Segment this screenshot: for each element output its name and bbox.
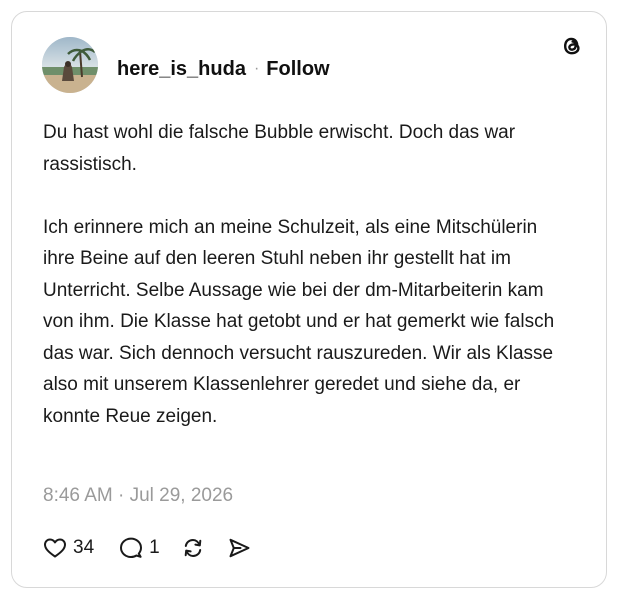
send-icon <box>229 538 250 558</box>
action-bar: 34 1 <box>42 532 252 564</box>
heart-icon <box>44 538 66 558</box>
avatar-image <box>42 37 98 93</box>
post-card: here_is_huda · Follow Du hast wohl die f… <box>11 11 607 588</box>
repost-button[interactable] <box>180 535 206 561</box>
like-button[interactable]: 34 <box>42 535 94 561</box>
post-timestamp[interactable]: 8:46 AM · Jul 29, 2026 <box>43 485 233 507</box>
separator-dot: · <box>253 60 260 77</box>
speech-bubble-icon <box>120 537 143 558</box>
like-count: 34 <box>73 537 95 558</box>
threads-logo-icon[interactable] <box>558 32 586 60</box>
share-button[interactable] <box>226 535 252 561</box>
follow-button[interactable]: Follow <box>266 58 329 81</box>
post-header: here_is_huda · Follow <box>117 56 330 82</box>
repost-arrows-icon <box>184 538 202 558</box>
username[interactable]: here_is_huda <box>117 58 246 81</box>
post-paragraph: Ich erinnere mich an meine Schulzeit, al… <box>43 216 555 427</box>
reply-count: 1 <box>149 537 160 558</box>
post-paragraph: Du hast wohl die falsche Bubble erwischt… <box>43 122 516 175</box>
avatar[interactable] <box>42 37 98 93</box>
post-text: Du hast wohl die falsche Bubble erwischt… <box>43 117 573 432</box>
reply-button[interactable]: 1 <box>118 535 160 561</box>
